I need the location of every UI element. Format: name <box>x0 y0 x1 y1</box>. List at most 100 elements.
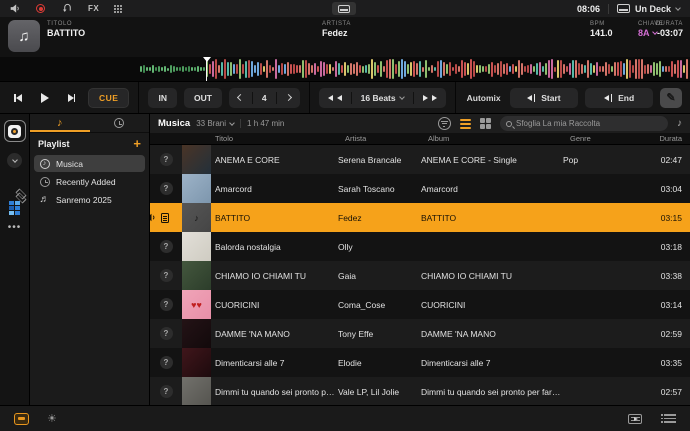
library-box-icon[interactable] <box>14 413 29 425</box>
edit-automix-button[interactable]: ✎ <box>660 88 682 108</box>
loop-icon[interactable] <box>62 3 88 14</box>
cell-duration: 03:04 <box>650 184 690 194</box>
track-count[interactable]: 33 Brani <box>196 119 234 128</box>
document-icon <box>161 213 169 223</box>
pads-grid-icon[interactable] <box>114 5 140 13</box>
tab-history[interactable] <box>90 114 150 132</box>
loop-decrease-button[interactable] <box>229 95 252 100</box>
cell-title: BATTITO <box>211 213 338 223</box>
source-beatsource-button[interactable] <box>9 201 20 215</box>
automix-start-button[interactable]: Start <box>510 88 578 108</box>
playlist-item[interactable]: Recently Added <box>34 173 145 190</box>
transport-divider <box>455 82 456 113</box>
deck-mode-label: Un Deck <box>635 4 671 14</box>
record-icon[interactable] <box>36 4 62 13</box>
cell-title: DAMME 'NA MANO <box>211 329 338 339</box>
loop-increase-button[interactable] <box>277 95 300 100</box>
beat-jump-back-button[interactable] <box>319 95 351 101</box>
djay-app-window: FX 08:06 Un Deck ♫ TITOLO BATTITO ARTIST… <box>0 0 690 431</box>
waveform-overview[interactable] <box>0 57 690 81</box>
album-art <box>182 261 211 290</box>
duration-label: DURATA <box>656 21 683 27</box>
column-artist[interactable]: Artista <box>345 134 428 143</box>
chevron-down-icon <box>675 5 681 11</box>
duration-value: -03:07 <box>656 28 683 38</box>
speaker-icon <box>150 212 157 223</box>
cell-album: Dimmi tu quando sei pronto per fare l'..… <box>421 387 563 397</box>
loop-in-button[interactable]: IN <box>148 88 177 108</box>
table-header: Titolo Artista Album Genre Durata <box>150 133 690 145</box>
source-library-selected[interactable] <box>4 120 26 142</box>
more-sources-button[interactable]: ••• <box>8 226 22 230</box>
playlist-item-label: Musica <box>56 159 83 169</box>
add-playlist-button[interactable]: + <box>133 139 141 149</box>
table-row[interactable]: ? ANEMA E CORE Serena Brancale ANEMA E C… <box>150 145 690 174</box>
grid-view-button[interactable] <box>480 118 492 130</box>
loop-length-stepper: 4 <box>229 88 300 108</box>
track-artwork-thumb[interactable]: ♫ <box>8 20 40 52</box>
column-duration[interactable]: Durata <box>650 134 690 143</box>
library-pane: Musica 33 Brani 1 h 47 min ♪ Titolo <box>150 114 690 405</box>
list-icon[interactable] <box>664 414 676 423</box>
brightness-icon[interactable]: ☀ <box>47 412 57 425</box>
playlist-item[interactable]: ♬ Sanremo 2025 <box>34 191 145 208</box>
playlist-item-icon: ♪ <box>39 159 50 169</box>
cell-artist: Gaia <box>338 271 421 281</box>
play-button[interactable] <box>35 88 55 108</box>
question-icon: ? <box>160 153 173 166</box>
speaker-icon[interactable] <box>10 3 36 14</box>
cell-duration: 03:35 <box>650 358 690 368</box>
beat-jump-forward-button[interactable] <box>414 95 446 101</box>
table-row[interactable]: ? Balorda nostalgia Olly 03:18 <box>150 232 690 261</box>
loop-length-value[interactable]: 4 <box>253 93 276 103</box>
table-row[interactable]: ? Dimmi tu quando sei pronto per... Vale… <box>150 377 690 405</box>
loop-out-button[interactable]: OUT <box>184 88 222 108</box>
row-status: ? <box>150 327 182 340</box>
next-track-button[interactable] <box>62 88 82 108</box>
deck-view-toggle[interactable] <box>332 2 356 15</box>
playlist-list: ♪ Musica Recently Added ♬ Sanremo 2025 <box>30 153 149 210</box>
queue-icon[interactable] <box>628 414 642 424</box>
playlist-item-icon <box>39 177 50 187</box>
column-genre[interactable]: Genre <box>570 134 650 143</box>
cue-button[interactable]: CUE <box>88 88 129 108</box>
table-row[interactable]: ♪ BATTITO Fedez BATTITO 03:15 <box>150 203 690 232</box>
automix-end-button[interactable]: End <box>585 88 653 108</box>
album-art <box>182 319 211 348</box>
track-title: BATTITO <box>47 28 85 38</box>
table-row[interactable]: ? ♥♥ CUORICINI Coma_Cose CUORICINI 03:14 <box>150 290 690 319</box>
track-artist: Fedez <box>322 28 351 38</box>
row-status <box>150 212 182 223</box>
bpm-value[interactable]: 141.0 <box>590 28 613 38</box>
playlist-tabs: ♪ <box>30 114 149 133</box>
row-status: ? <box>150 182 182 195</box>
search-input[interactable] <box>516 119 662 128</box>
beatsource-icon <box>9 201 20 215</box>
playlist-item[interactable]: ♪ Musica <box>34 155 145 172</box>
list-view-button[interactable] <box>460 119 471 129</box>
title-label: TITOLO <box>47 21 85 27</box>
filter-icon[interactable] <box>438 117 451 130</box>
new-playlist-icon[interactable]: ♪ <box>677 118 682 129</box>
cell-title: Dimenticarsi alle 7 <box>211 358 338 368</box>
cell-duration: 03:18 <box>650 242 690 252</box>
cell-artist: Elodie <box>338 358 421 368</box>
album-art <box>182 145 211 174</box>
row-status: ? <box>150 298 182 311</box>
previous-track-button[interactable] <box>8 88 28 108</box>
collapse-sources-button[interactable] <box>7 153 22 168</box>
table-row[interactable]: ? CHIAMO IO CHIAMI TU Gaia CHIAMO IO CHI… <box>150 261 690 290</box>
deck-mode-selector[interactable]: Un Deck <box>617 4 680 14</box>
fx-icon[interactable]: FX <box>88 4 114 13</box>
column-album[interactable]: Album <box>428 134 570 143</box>
table-row[interactable]: ? DAMME 'NA MANO Tony Effe DAMME 'NA MAN… <box>150 319 690 348</box>
playlist-item-icon: ♬ <box>39 194 50 205</box>
cell-title: ANEMA E CORE <box>211 155 338 165</box>
music-note-icon: ♪ <box>57 117 63 129</box>
table-row[interactable]: ? Dimenticarsi alle 7 Elodie Dimenticars… <box>150 348 690 377</box>
album-art: ♪ <box>182 203 211 232</box>
beat-jump-length[interactable]: 16 Beats <box>352 93 413 103</box>
table-row[interactable]: ? Amarcord Sarah Toscano Amarcord 03:04 <box>150 174 690 203</box>
column-title[interactable]: Titolo <box>215 134 345 143</box>
cell-artist: Vale LP, Lil Jolie <box>338 387 421 397</box>
